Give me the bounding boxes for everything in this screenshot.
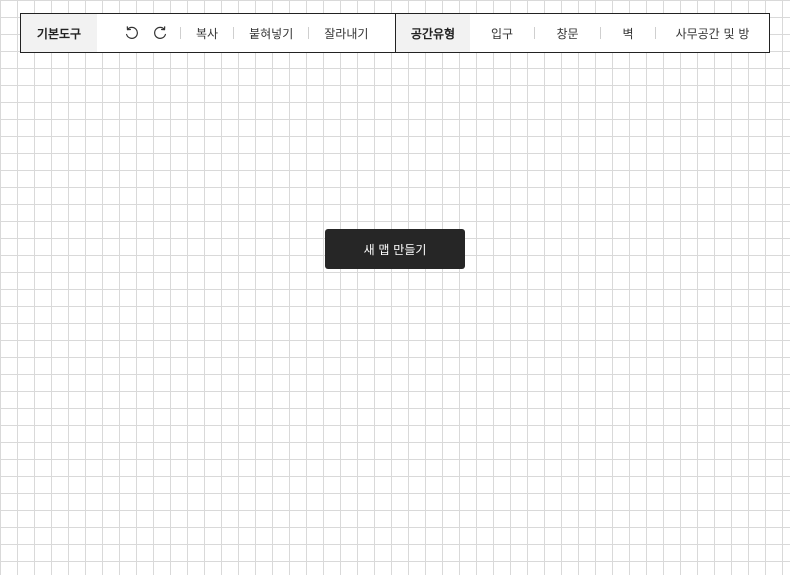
space-item-entrance[interactable]: 입구 — [470, 25, 534, 42]
undo-button[interactable] — [121, 22, 143, 44]
redo-icon — [154, 26, 166, 39]
grid-canvas[interactable] — [0, 0, 790, 575]
copy-button[interactable]: 복사 — [181, 25, 233, 42]
space-item-window[interactable]: 창문 — [535, 25, 600, 42]
space-type-label: 공간유형 — [395, 14, 470, 52]
basic-tools-group: 복사 붙혀넣기 잘라내기 — [97, 14, 395, 52]
space-type-group: 입구 창문 벽 사무공간 및 방 — [470, 14, 769, 52]
space-item-wall[interactable]: 벽 — [601, 25, 655, 42]
paste-button[interactable]: 붙혀넣기 — [234, 25, 308, 42]
create-new-map-button[interactable]: 새 맵 만들기 — [325, 229, 465, 269]
undo-icon — [126, 26, 138, 39]
space-item-office-and-room[interactable]: 사무공간 및 방 — [656, 25, 769, 42]
basic-tools-label: 기본도구 — [21, 14, 97, 52]
toolbar: 기본도구 복사 붙혀넣기 잘라내기 공간유형 입구 창문 벽 사무공간 및 방 — [20, 13, 770, 53]
cut-button[interactable]: 잘라내기 — [309, 25, 383, 42]
redo-button[interactable] — [149, 22, 171, 44]
